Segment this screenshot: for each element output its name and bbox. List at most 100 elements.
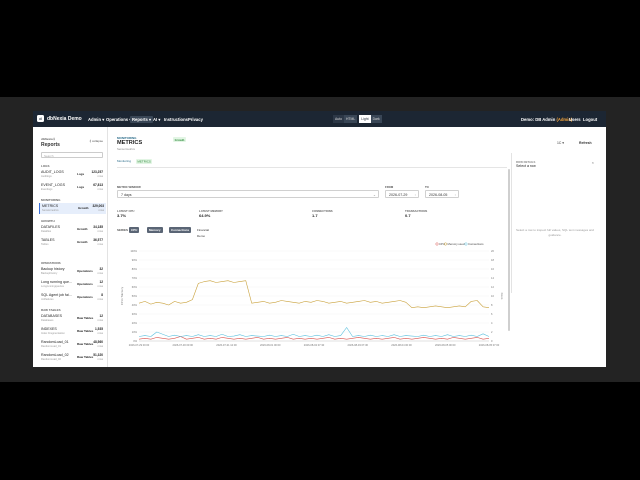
row-details-panel: ROW DETAILS Select a row × Select a row … <box>511 153 596 293</box>
user-label: Demo: DB Admin (Admin) <box>521 116 573 122</box>
chevron-down-icon: ⌄ <box>372 193 376 197</box>
theme-auto-label[interactable]: Auto <box>333 115 344 123</box>
metric-window-select[interactable]: 7 days ⌄ <box>117 190 379 198</box>
users-link[interactable]: Users <box>569 117 581 122</box>
series-label: SERIES <box>117 228 129 232</box>
nav-operations[interactable]: Operations ▾ <box>106 117 131 122</box>
main-scrollbar[interactable] <box>508 169 510 331</box>
series-chip-cpu[interactable]: CPU % <box>129 227 140 238</box>
series-chip-financial-demo[interactable]: Financial Demo <box>195 227 211 238</box>
stat-value-memory: 64.9% <box>199 213 211 218</box>
sidebar-item-long-running-queries[interactable]: Long running que... Longrunningqueries O… <box>39 279 105 290</box>
stat-value-connections: 1.7 <box>312 213 318 218</box>
metrics-line-chart: 0% 10% 20% 30% 40% 50% 60% 70% 80% 90% 100% 0 2 4 6 8 10… <box>120 242 504 347</box>
page-subtitle: Sensormetrics <box>117 147 135 151</box>
y-right-tick-label: 8 <box>491 303 493 307</box>
main-content: MONITORING METRICS Growth Sensormetrics … <box>107 127 510 367</box>
legend-marker <box>464 242 468 246</box>
sidebar-header: dbNexia ℹ Reports <box>41 137 60 148</box>
sidebar-title: Reports <box>41 142 60 148</box>
y-right-axis-label: Conn <box>500 293 504 300</box>
theme-dark-option[interactable]: Dark <box>370 115 382 123</box>
sidebar-item-event-logs[interactable]: EVENT_LOGS Eventlogs Logs 67,813 rows <box>39 182 105 193</box>
calendar-icon: ▫ <box>414 193 416 197</box>
legend-label: Memory used <box>448 242 465 246</box>
nav-instructions[interactable]: Instructions <box>164 117 188 122</box>
x-tick-label: 2026-07-29 00:00 <box>129 343 150 347</box>
legend-label: Connections <box>468 242 484 246</box>
app-window: d dbNexia Demo Admin ▾ Operations ▾ Repo… <box>33 111 606 367</box>
y-left-tick-label: 0% <box>133 339 137 343</box>
divider <box>117 167 507 168</box>
section-monitoring: MONITORING <box>41 198 61 202</box>
nav-admin[interactable]: Admin ▾ <box>88 117 104 122</box>
from-date-input[interactable]: 2026-07-29 ▫ <box>385 190 419 198</box>
breadcrumb: Monitoring METRICS <box>117 158 153 164</box>
y-right-tick-label: 16 <box>491 267 494 271</box>
y-left-tick-label: 90% <box>132 258 138 262</box>
x-tick-label: 2026-07-30 00:00 <box>173 343 194 347</box>
sidebar-item-agent-job-failures[interactable]: SQL Agent job fai... Jobfailures Operati… <box>39 292 105 303</box>
x-tick-label: 2026-08-04 00:00 <box>391 343 412 347</box>
nav-reports[interactable]: Reports ▾ <box>130 115 154 123</box>
section-growth: GROWTH <box>41 219 55 223</box>
stat-value-cpu: 3.7% <box>117 213 127 218</box>
section-logs: LOGS <box>41 164 50 168</box>
page-title: METRICS <box>117 140 143 146</box>
zoom-select[interactable]: 1C ▾ <box>557 141 564 145</box>
y-left-tick-label: 10% <box>132 330 138 334</box>
sidebar-item-randomload-01[interactable]: RandomLoad_01 RandomLoad_01 Raw Tables 4… <box>39 339 105 350</box>
y-right-tick-label: 4 <box>491 321 493 325</box>
y-left-tick-label: 60% <box>132 285 138 289</box>
x-tick-label: 2026-07-31 12:00 <box>216 343 237 347</box>
series-chip-connections[interactable]: Connections <box>169 227 192 233</box>
y-left-tick-label: 70% <box>132 276 138 280</box>
sidebar-kicker: dbNexia ℹ <box>41 137 55 141</box>
nav-privacy[interactable]: Privacy <box>188 117 203 122</box>
x-tick-label: 2026-08-05 00:00 <box>435 343 456 347</box>
from-label: FROM <box>385 185 394 189</box>
metric-window-label: METRIC WINDOW <box>117 185 141 189</box>
sidebar-item-audit-logs[interactable]: AUDIT_LOGS Auditlogs Logs 123,257 rows <box>39 169 105 180</box>
y-left-tick-label: 50% <box>132 294 138 298</box>
refresh-button[interactable]: Refresh <box>579 141 592 145</box>
series-chip-memory[interactable]: Memory % <box>147 227 163 238</box>
section-raw-tables: RAW TABLES <box>41 308 61 312</box>
theme-html-badge[interactable]: HTML <box>343 115 358 123</box>
sidebar-item-databases[interactable]: DATABASES Databases Raw Tables 12 rows <box>39 313 105 324</box>
y-right-tick-label: 18 <box>491 258 494 262</box>
reports-sidebar: dbNexia ℹ Reports ⟪ collapse Search LOGS… <box>33 127 108 367</box>
y-left-tick-label: 100% <box>130 249 137 253</box>
sidebar-item-randomload-02[interactable]: RandomLoad_02 RandomLoad_02 Raw Tables 5… <box>39 352 105 363</box>
collapse-button[interactable]: ⟪ collapse <box>89 139 103 143</box>
logout-link[interactable]: Logout <box>583 117 597 122</box>
sidebar-item-tables[interactable]: TABLES Tables Growth 36,577 rows <box>39 237 105 248</box>
series-line-memory-used <box>138 280 490 308</box>
breadcrumb-monitoring[interactable]: Monitoring <box>117 159 131 163</box>
sidebar-search-input[interactable]: Search <box>41 152 103 158</box>
to-label: TO <box>425 185 429 189</box>
y-left-tick-label: 20% <box>132 321 138 325</box>
section-operations: OPERATIONS <box>41 261 61 265</box>
y-right-tick-label: 6 <box>491 312 493 316</box>
brand-title[interactable]: dbNexia Demo <box>47 116 82 122</box>
sidebar-item-indexes[interactable]: INDEXES Index Fragmentation Raw Tables 1… <box>39 326 105 337</box>
y-left-tick-label: 30% <box>132 312 138 316</box>
to-date-input[interactable]: 2026-08-05 ▫ <box>425 190 459 198</box>
legend-label: CPU <box>439 242 445 246</box>
sidebar-item-backup-history[interactable]: Backup history Backuphistory Operations … <box>39 266 105 277</box>
nav-ai[interactable]: AI ▾ <box>153 117 160 122</box>
theme-toggle: Auto HTML Light Dark <box>333 115 382 123</box>
series-line-cpu <box>138 336 490 340</box>
row-details-title: Select a row <box>516 164 536 168</box>
y-right-tick-label: 2 <box>491 330 493 334</box>
breadcrumb-metrics[interactable]: METRICS <box>135 158 153 164</box>
logo-icon: d <box>37 115 44 122</box>
sidebar-item-datafiles[interactable]: DATAFILES Datafiles Growth 34,185 rows <box>39 224 105 235</box>
y-right-tick-label: 14 <box>491 276 494 280</box>
sidebar-item-metrics[interactable]: METRICS Sensormetrics Growth 329,003 row… <box>39 203 106 214</box>
close-icon[interactable]: × <box>592 160 594 165</box>
theme-light-option[interactable]: Light <box>359 115 371 123</box>
y-left-tick-label: 40% <box>132 303 138 307</box>
status-badge: Growth <box>173 137 186 143</box>
